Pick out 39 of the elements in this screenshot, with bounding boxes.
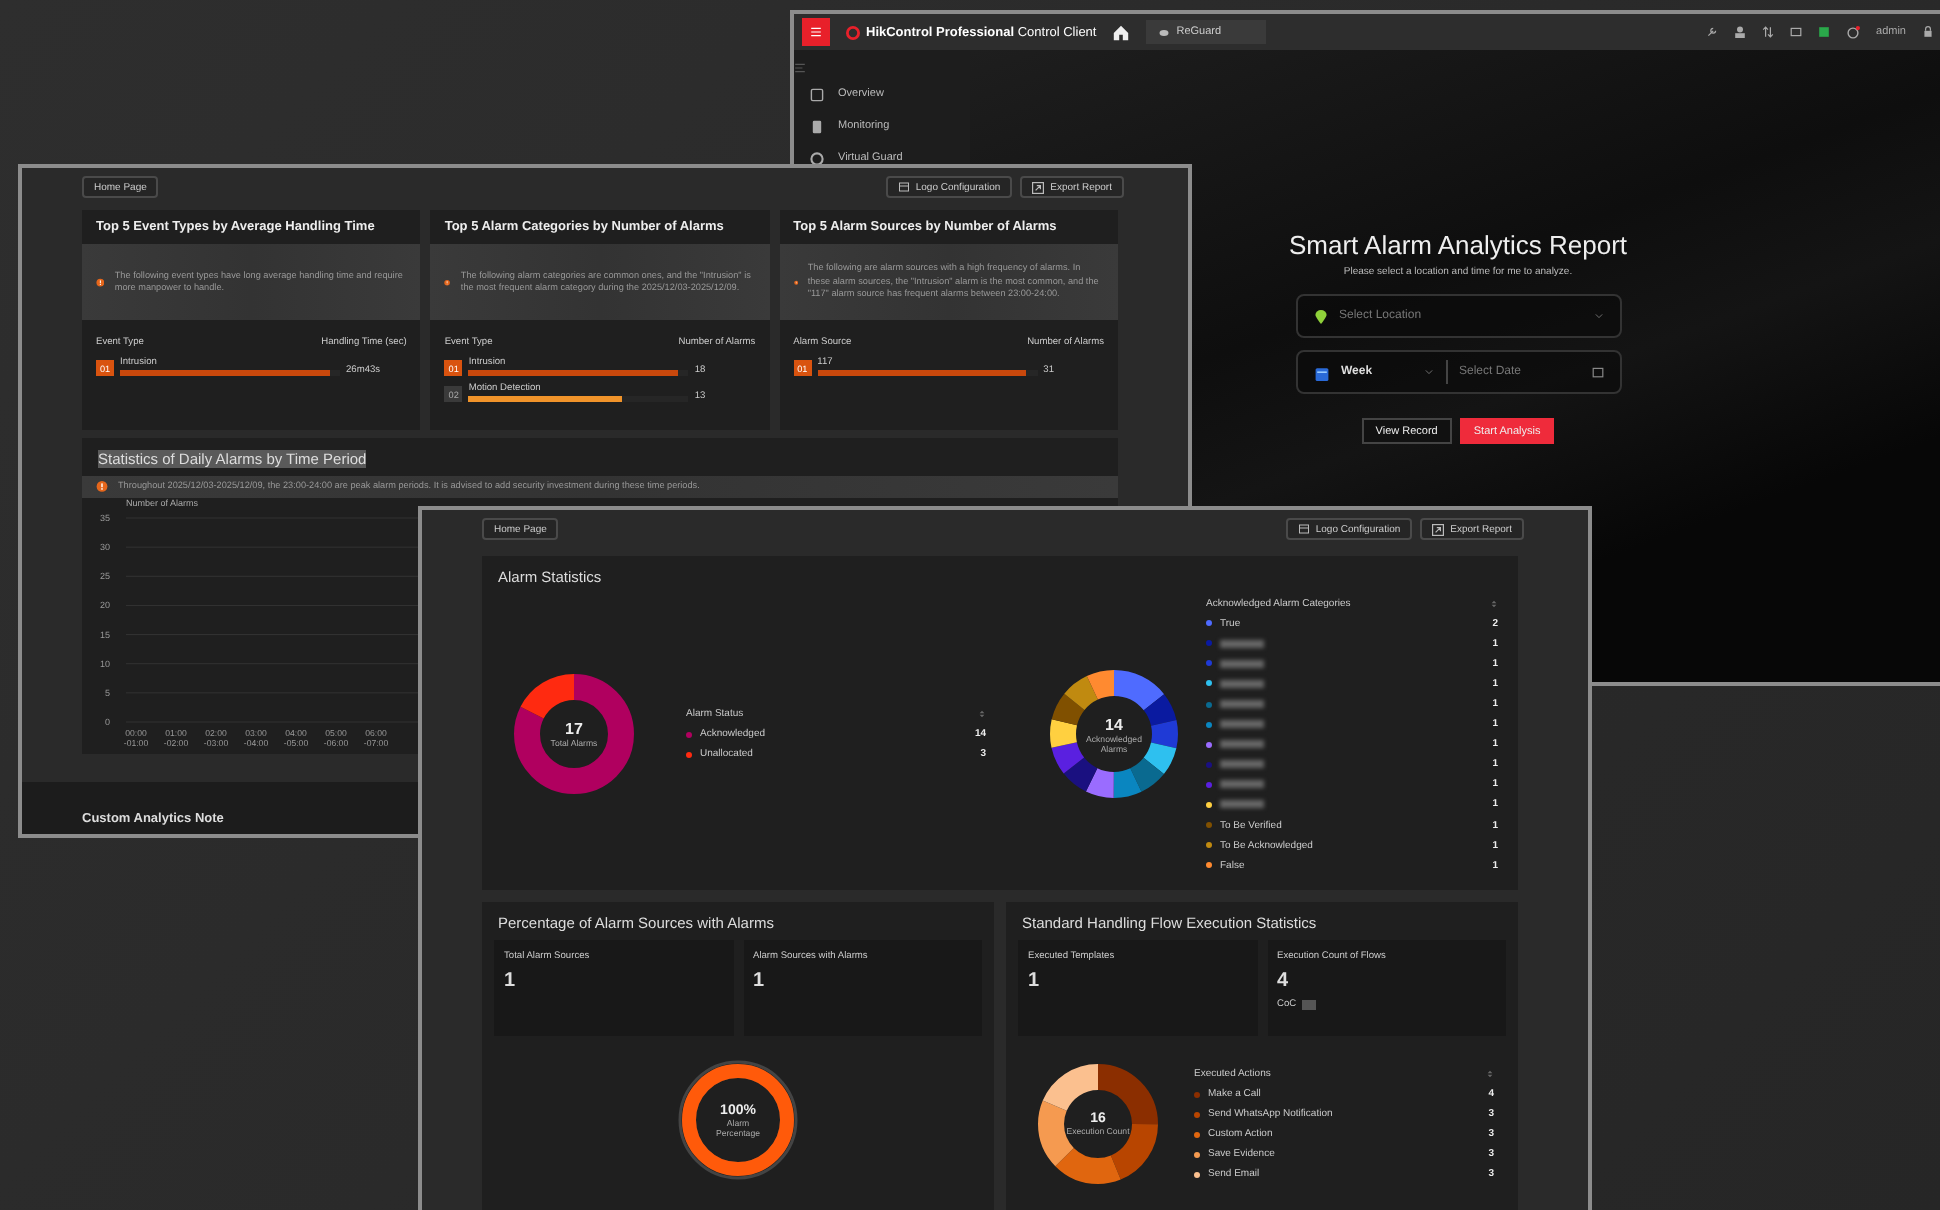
menu-icon [810, 26, 822, 38]
warning-icon [96, 275, 105, 289]
wrench-icon [1706, 26, 1719, 38]
collapse-icon [794, 62, 806, 74]
donut-chart [1038, 1064, 1158, 1185]
location-pin-icon [1313, 307, 1327, 325]
menu-button[interactable] [802, 18, 830, 46]
donut-chart [1050, 670, 1178, 799]
export-icon [1032, 181, 1045, 193]
transfer-icon [1762, 26, 1775, 38]
sidebar-icon [810, 87, 824, 101]
chevron-down-icon [1423, 368, 1433, 376]
calendar-icon [1591, 366, 1603, 378]
export-icon [1432, 523, 1445, 535]
donut-chart [514, 674, 634, 795]
chevron-down-icon [1593, 312, 1603, 320]
tile-value: 1 [753, 970, 767, 993]
window-icon [1790, 26, 1803, 38]
warning-icon [96, 480, 108, 494]
more-button[interactable] [1302, 1000, 1317, 1011]
report-title: Smart Alarm Analytics Report [1288, 230, 1628, 260]
alarm-icon [1846, 25, 1861, 39]
image-icon [897, 182, 910, 192]
ring-chart [678, 1060, 798, 1181]
person-icon [1734, 26, 1747, 38]
tile-value: 1 [1028, 970, 1042, 993]
sidebar-icon [810, 151, 824, 165]
logo-icon [846, 25, 860, 39]
home-icon [1112, 23, 1131, 41]
tile-value: 1 [504, 970, 518, 993]
eye-icon [1158, 27, 1171, 37]
tile-value: 4 [1277, 970, 1291, 993]
total-value: 17 [565, 720, 583, 739]
warning-icon [444, 275, 451, 289]
total-value: 14 [1105, 715, 1123, 734]
lock-icon [1922, 26, 1934, 38]
sidebar-icon [810, 119, 824, 133]
image-icon [1297, 524, 1310, 534]
calendar-icon [1313, 363, 1329, 381]
